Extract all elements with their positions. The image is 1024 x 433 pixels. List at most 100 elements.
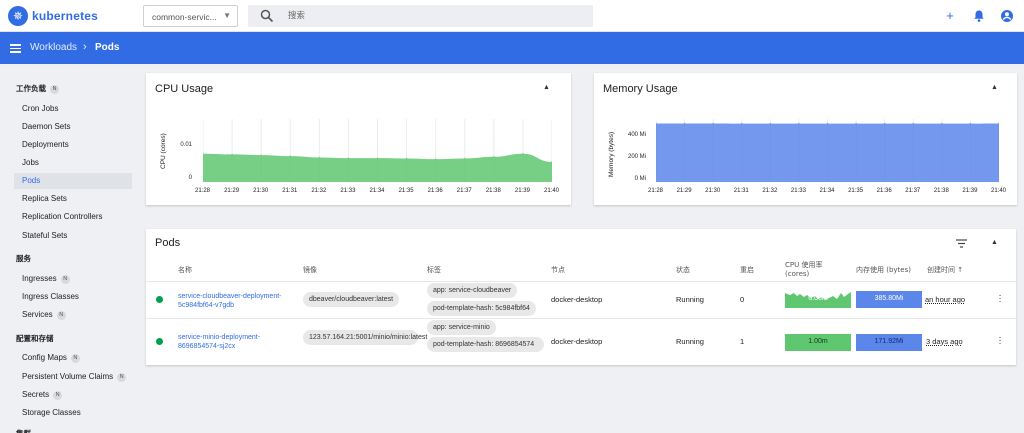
- data-point: [712, 122, 714, 125]
- node-cell[interactable]: docker-desktop: [551, 295, 602, 304]
- cpu-usage-value: 6.00m: [808, 295, 828, 302]
- x-tick-label: 21:40: [544, 188, 560, 194]
- x-tick-label: 21:39: [514, 188, 530, 194]
- sidebar-item-storage-classes[interactable]: Storage Classes: [14, 405, 132, 421]
- sidebar-item-replication-controllers[interactable]: Replication Controllers: [14, 209, 132, 225]
- data-point: [347, 157, 350, 159]
- new-badge: N: [60, 275, 70, 284]
- data-point: [741, 123, 743, 125]
- data-point: [289, 155, 291, 157]
- node-cell[interactable]: docker-desktop: [551, 337, 602, 346]
- sidebar-section-cluster[interactable]: 集群: [16, 428, 31, 433]
- x-tick-label: 21:36: [876, 188, 892, 194]
- label-chip: app: service-cloudbeaver: [427, 283, 518, 298]
- new-badge: N: [53, 391, 63, 400]
- col-header-restarts[interactable]: 重启: [740, 265, 754, 275]
- brand-title[interactable]: kubernetes: [32, 9, 98, 23]
- top-bar: ✵ kubernetes common-servic... ▼ +: [0, 0, 1024, 32]
- sidebar-section-workloads[interactable]: 工作负载 N: [16, 83, 59, 94]
- sidebar-section-services[interactable]: 服务: [16, 253, 31, 264]
- breadcrumb-workloads[interactable]: Workloads: [30, 42, 77, 53]
- breadcrumb-bar: Workloads › Pods: [0, 32, 1024, 64]
- x-tick-label: 21:31: [733, 188, 749, 194]
- cpu-card-title: CPU Usage: [155, 83, 214, 95]
- memory-card-title: Memory Usage: [603, 83, 678, 95]
- x-tick-label: 21:28: [195, 188, 211, 194]
- memory-y-tick: 400 Mi: [627, 132, 646, 138]
- data-point: [435, 158, 437, 160]
- add-icon[interactable]: +: [943, 9, 957, 23]
- namespace-select-value: common-servic...: [152, 12, 217, 22]
- x-tick-label: 21:39: [962, 188, 978, 194]
- x-tick-label: 21:38: [933, 188, 949, 194]
- sidebar-item-services[interactable]: Services N: [14, 307, 132, 323]
- pod-name-link[interactable]: service-minio-deployment-8696854574-sj2c…: [178, 333, 278, 351]
- row-divider: [146, 318, 1016, 319]
- x-tick-label: 21:36: [427, 188, 443, 194]
- sidebar-item-replica-sets[interactable]: Replica Sets: [14, 191, 132, 207]
- col-header-name[interactable]: 名称: [178, 265, 192, 275]
- search-icon: [260, 9, 274, 23]
- label-chip: pod-template-hash: 5c984fbf64: [427, 301, 536, 316]
- more-actions-icon[interactable]: · · ·: [998, 333, 1002, 349]
- created-time: an hour ago: [925, 295, 966, 304]
- chevron-down-icon: ▼: [223, 11, 231, 20]
- image-chip: 123.57.164.21:5001/minio/minio:latest: [303, 330, 427, 345]
- col-header-created[interactable]: 创建时间 ↑: [927, 265, 963, 275]
- x-tick-label: 21:30: [253, 188, 269, 194]
- col-header-status[interactable]: 状态: [676, 265, 690, 275]
- collapse-icon[interactable]: ▲: [543, 84, 551, 91]
- sidebar-item-daemon-sets[interactable]: Daemon Sets: [14, 119, 132, 135]
- pod-name-link[interactable]: service-cloudbeaver-deployment-5c984fbf6…: [178, 292, 298, 310]
- area-series: [656, 123, 999, 182]
- data-point: [826, 123, 829, 125]
- bell-icon[interactable]: [972, 9, 986, 23]
- sidebar-item-ingress-classes[interactable]: Ingress Classes: [14, 289, 132, 305]
- data-point: [969, 123, 972, 125]
- kubernetes-logo-icon[interactable]: ✵: [8, 6, 28, 26]
- data-point: [855, 123, 857, 125]
- x-tick-label: 21:32: [311, 188, 327, 194]
- sidebar-item-cron-jobs[interactable]: Cron Jobs: [14, 101, 132, 117]
- collapse-icon[interactable]: ▲: [991, 239, 999, 246]
- data-point: [798, 123, 800, 125]
- account-icon[interactable]: [1000, 9, 1014, 23]
- sidebar-section-config-storage[interactable]: 配置和存储: [16, 333, 54, 344]
- search-bar[interactable]: [248, 5, 593, 27]
- x-tick-label: 21:34: [369, 188, 385, 194]
- x-tick-label: 21:30: [705, 188, 721, 194]
- sidebar-item-ingresses[interactable]: Ingresses N: [14, 271, 132, 287]
- cpu-usage-value: 1.00m: [808, 338, 828, 345]
- sidebar-item-deployments[interactable]: Deployments: [14, 137, 132, 153]
- data-point: [260, 154, 262, 156]
- filter-icon[interactable]: [956, 239, 967, 248]
- menu-icon[interactable]: [10, 44, 21, 53]
- sidebar-item-persistent-volume-claims[interactable]: Persistent Volume Claims N: [14, 369, 132, 385]
- cpu-y-axis-label: CPU (cores): [160, 133, 167, 169]
- status-cell: Running: [676, 337, 704, 346]
- sidebar-item-pods[interactable]: Pods: [14, 173, 132, 189]
- data-point: [405, 157, 408, 160]
- data-point: [683, 122, 686, 125]
- namespace-select[interactable]: common-servic... ▼: [143, 5, 238, 27]
- col-header-labels: 标签: [427, 266, 441, 274]
- data-point: [376, 157, 379, 159]
- sidebar-item-jobs[interactable]: Jobs: [14, 155, 132, 171]
- x-tick-label: 21:31: [282, 188, 298, 194]
- search-input[interactable]: [288, 9, 578, 23]
- chevron-right-icon: ›: [83, 41, 87, 53]
- col-header-node[interactable]: 节点: [551, 265, 565, 275]
- sidebar-item-stateful-sets[interactable]: Stateful Sets: [14, 228, 132, 244]
- x-tick-label: 21:35: [848, 188, 864, 194]
- row-divider: [146, 281, 1016, 282]
- running-status-icon: [156, 338, 163, 345]
- sidebar-item-secrets[interactable]: Secrets N: [14, 387, 132, 403]
- more-actions-icon[interactable]: · · ·: [998, 291, 1002, 307]
- x-tick-label: 21:35: [398, 188, 414, 194]
- data-point: [493, 156, 495, 158]
- created-time: 3 days ago: [926, 337, 963, 346]
- restarts-cell: 1: [740, 337, 745, 346]
- collapse-icon[interactable]: ▲: [991, 84, 999, 91]
- x-tick-label: 21:37: [905, 188, 921, 194]
- sidebar-item-config-maps[interactable]: Config Maps N: [14, 350, 132, 366]
